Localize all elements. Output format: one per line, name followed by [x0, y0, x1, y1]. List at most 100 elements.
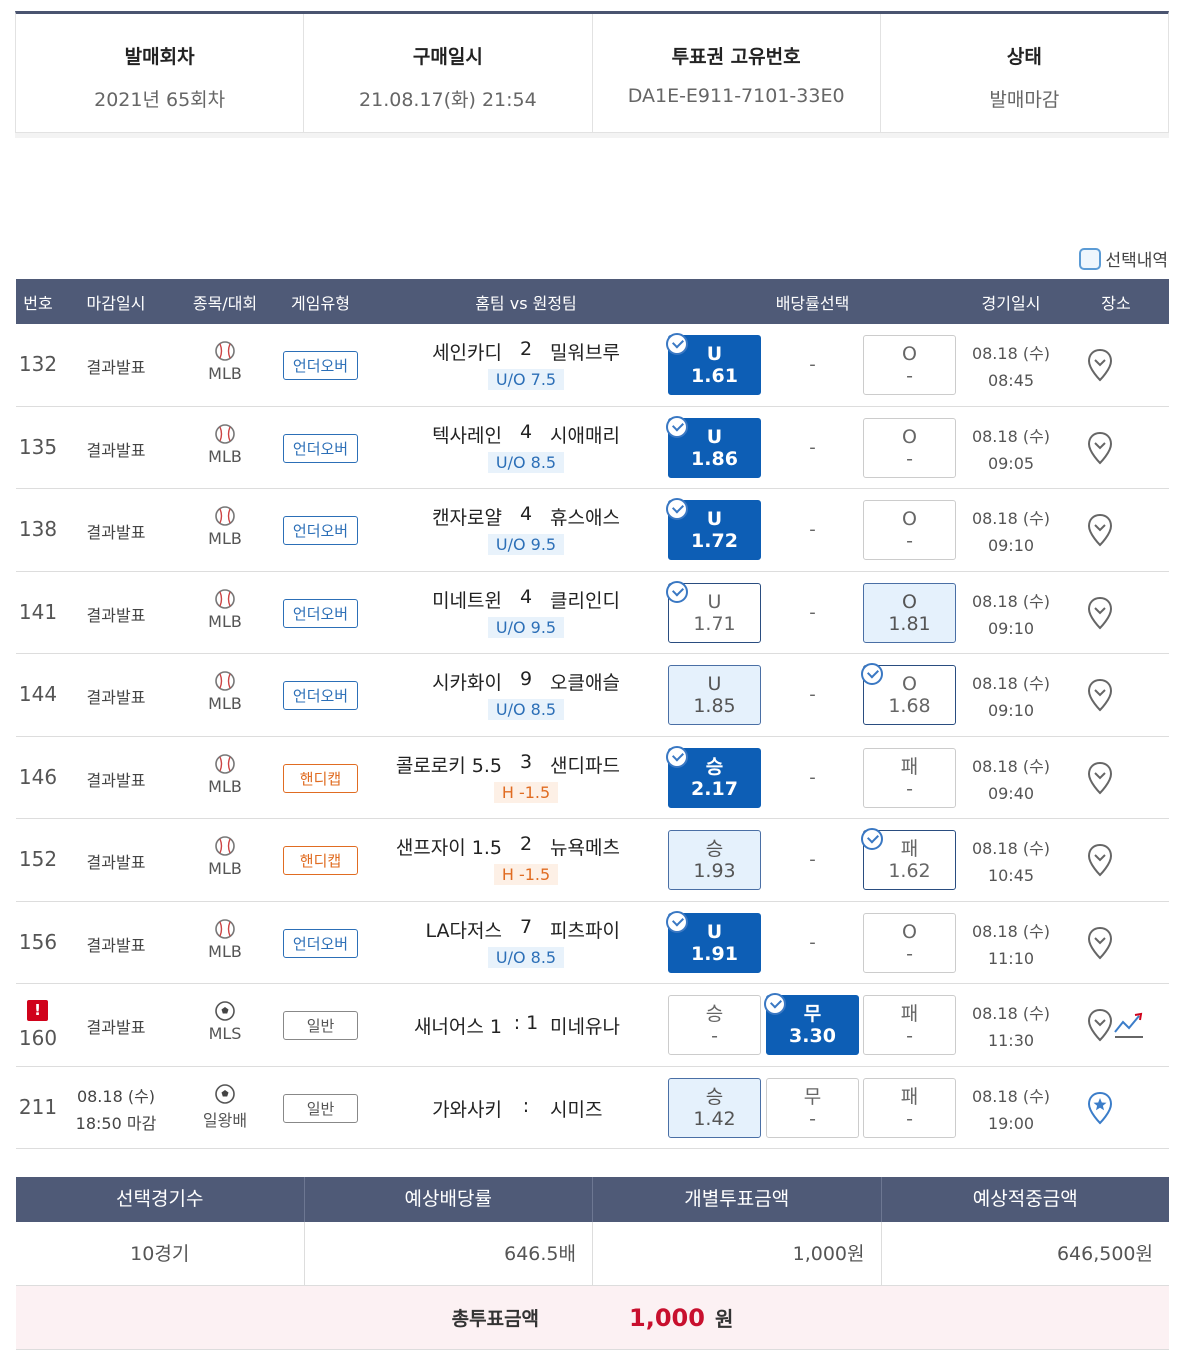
row-match[interactable]: 미네트윈 4 클리인디 U/O 9.5 — [376, 586, 676, 638]
odd-option-3-button[interactable]: O 1.81 — [863, 582, 956, 643]
selection-checkbox[interactable] — [1079, 247, 1102, 270]
odd-label: O — [902, 425, 917, 448]
table-row: 152 결과발표 MLB 핸디캡 샌프자이 1.5 2 뉴욕메츠 H -1.5 승 1.93 - 패 1… — [16, 819, 1169, 902]
venue-pin-icon[interactable] — [1086, 1008, 1114, 1042]
odd-option-1-button[interactable]: U 1.91 — [666, 910, 761, 973]
selection-toggle[interactable]: 선택내역 — [1079, 246, 1168, 271]
odd-option-1-button[interactable]: U 1.85 — [668, 665, 761, 725]
row-game-date: 08.18 (수) 09:40 — [960, 753, 1062, 807]
row-match[interactable]: 샌프자이 1.5 2 뉴욕메츠 H -1.5 — [376, 833, 676, 885]
venue-pin-icon[interactable] — [1086, 926, 1114, 960]
odd-option-3-button[interactable]: 패 1.62 — [861, 828, 956, 890]
venue-pin-icon[interactable] — [1086, 431, 1114, 465]
odd-option-1-button[interactable]: 승- — [668, 995, 761, 1055]
row-match[interactable]: 새너어스 1: 1 미네유나 — [376, 1012, 676, 1039]
row-number: 146 — [18, 764, 58, 789]
venue-pin-icon[interactable] — [1086, 678, 1114, 712]
grand-total-unit: 원 — [714, 1307, 734, 1331]
odd-label: U — [707, 673, 722, 695]
league-name: MLB — [208, 776, 242, 796]
away-team: 오클애슬 — [550, 672, 620, 694]
row-sport: MLB — [186, 340, 264, 383]
totals-head-odds: 예상배당률 — [305, 1177, 593, 1222]
table-row: 138 결과발표 MLB 언더오버 캔자로얄 4 휴스애스 U/O 9.5 U 1.72- O -08… — [16, 489, 1169, 572]
selected-check-icon — [666, 415, 688, 438]
home-team: 시카화이 — [432, 672, 502, 694]
venue-star-pin-icon[interactable] — [1086, 1091, 1114, 1125]
row-match[interactable]: 텍사레인 4 시애매리 U/O 8.5 — [376, 421, 676, 473]
totals-values: 10경기 646.5배 1,000원 646,500원 — [16, 1222, 1169, 1286]
venue-pin-icon[interactable] — [1086, 761, 1114, 795]
grand-total-value: 1,000 — [629, 1303, 705, 1332]
odd-option-3-button[interactable]: O- — [863, 335, 956, 395]
row-number: 211 — [18, 1094, 58, 1119]
odd-option-draw-button[interactable]: 무 3.30 — [764, 993, 859, 1055]
odd-option-1-button[interactable]: U 1.71 — [666, 580, 761, 643]
odd-value: 1.72 — [691, 530, 738, 552]
odd-option-draw-button[interactable]: 무- — [766, 1077, 859, 1138]
venue-pin-icon[interactable] — [1086, 513, 1114, 547]
odd-option-1-button[interactable]: U 1.61 — [666, 333, 761, 395]
row-match[interactable]: 캔자로얄 4 휴스애스 U/O 9.5 — [376, 503, 676, 555]
round-label: 발매회차 — [124, 46, 195, 68]
odd-value: 1.91 — [691, 942, 738, 965]
odd-option-3-button[interactable]: O- — [863, 417, 956, 478]
line-badge: U/O 9.5 — [487, 616, 565, 638]
summary-divider — [15, 133, 1169, 138]
baseball-icon — [215, 836, 235, 856]
odd-option-3-button[interactable]: 패- — [863, 747, 956, 808]
game-time: 09:40 — [987, 783, 1035, 803]
odd-option-1-button[interactable]: 승 2.17 — [666, 745, 761, 808]
game-date: 08.18 (수) — [971, 591, 1051, 611]
ticket-label: 투표권 고유번호 — [671, 46, 801, 68]
totals-head-bet: 개별투표금액 — [593, 1177, 882, 1222]
row-number: 156 — [18, 929, 58, 954]
trend-chart-icon[interactable] — [1113, 1010, 1145, 1040]
selected-check-icon — [666, 910, 688, 933]
row-match[interactable]: 가와사키: 시미즈 — [376, 1095, 676, 1122]
odd-option-3-button[interactable]: O- — [863, 912, 956, 973]
table-row: 135 결과발표 MLB 언더오버 텍사레인 4 시애매리 U/O 8.5 U 1.86- O -08… — [16, 407, 1169, 489]
game-type-badge: 핸디캡 — [283, 846, 358, 875]
venue-pin-icon[interactable] — [1086, 596, 1114, 630]
odd-option-1-button[interactable]: 승 1.42 — [668, 1077, 761, 1138]
odd-option-3-button[interactable]: O- — [863, 500, 956, 560]
ticket-value: DA1E-E911-7101-33E0 — [627, 85, 845, 107]
away-team: 시애매리 — [550, 424, 620, 447]
row-match[interactable]: LA다저스 7 피츠파이 U/O 8.5 — [376, 916, 676, 968]
table-row: 211 08.18 (수) 18:50 마감 일왕배 일반 가와사키: 시미즈 승 1.42 무 -… — [16, 1067, 1169, 1149]
row-game-date: 08.18 (수) 09:10 — [960, 505, 1062, 559]
game-type-badge: 언더오버 — [283, 928, 358, 958]
games-table-body: 132 결과발표 MLB 언더오버 세인카디 2 밀워브루 U/O 7.5 U 1.61- O -08… — [16, 324, 1169, 1149]
totals-bet: 1,000원 — [593, 1222, 882, 1285]
odd-option-3-button[interactable]: 패- — [863, 995, 956, 1055]
home-team: 콜로로키 5.5 — [395, 754, 502, 777]
grand-total-label: 총투표금액 — [451, 1308, 540, 1330]
totals-win: 646,500원 — [1056, 1243, 1153, 1265]
odd-value: - — [711, 1025, 718, 1047]
line-badge: H -1.5 — [493, 781, 559, 803]
odd-option-1-button[interactable]: U 1.86 — [666, 415, 761, 478]
selected-check-icon — [764, 993, 786, 1015]
game-date: 08.18 (수) — [971, 921, 1051, 941]
odd-option-1-button[interactable]: U 1.72 — [666, 498, 761, 560]
game-date: 08.18 (수) — [971, 344, 1051, 363]
row-match[interactable]: 세인카디 2 밀워브루 U/O 7.5 — [376, 338, 676, 390]
odd-label: 무 — [803, 1085, 822, 1108]
selected-check-icon — [666, 580, 688, 603]
game-time: 09:05 — [987, 453, 1035, 473]
row-match[interactable]: 시카화이 9 오클애슬 U/O 8.5 — [376, 668, 676, 720]
score: 4 — [502, 421, 550, 448]
odd-option-3-button[interactable]: 패- — [863, 1077, 956, 1138]
odd-option-1-button[interactable]: 승 1.93 — [668, 830, 761, 890]
away-team: 클리인디 — [550, 589, 620, 612]
row-number: 160 — [18, 1026, 58, 1050]
odd-option-3-button[interactable]: O 1.68 — [861, 663, 956, 725]
venue-pin-icon[interactable] — [1086, 348, 1114, 382]
game-type-badge: 일반 — [283, 1093, 358, 1123]
venue-pin-icon[interactable] — [1086, 843, 1114, 877]
score: 3 — [502, 751, 550, 778]
baseball-icon — [215, 506, 235, 526]
row-match[interactable]: 콜로로키 5.5 3 샌디파드 H -1.5 — [376, 751, 676, 803]
home-team: 샌프자이 1.5 — [395, 837, 502, 859]
